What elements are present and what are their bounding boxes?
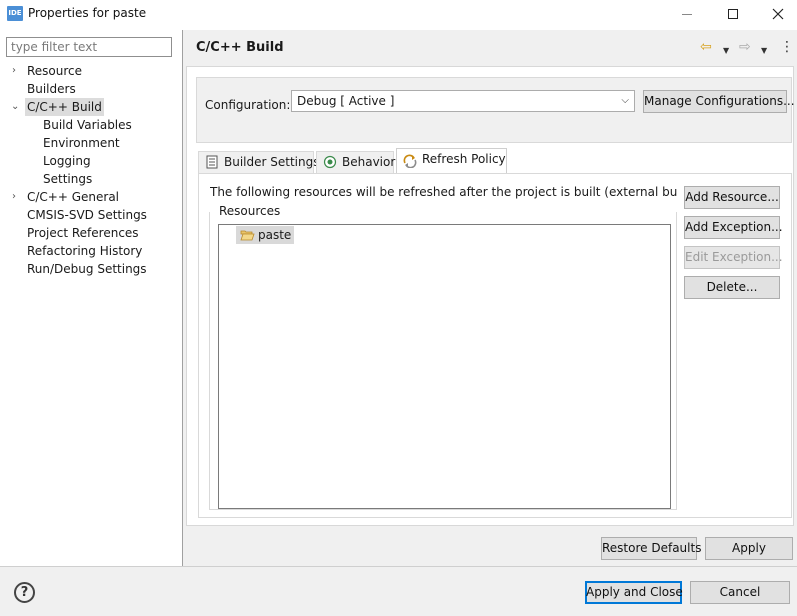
- cancel-button[interactable]: Cancel: [690, 581, 790, 604]
- folder-open-icon: [240, 230, 255, 241]
- minimize-icon: [682, 13, 692, 15]
- radio-icon: [323, 155, 337, 169]
- configuration-select[interactable]: Debug [ Active ] ⌵: [291, 90, 635, 112]
- tree-item-label: C/C++ General: [27, 190, 120, 204]
- dialog-footer: ? Apply and Close Cancel: [0, 567, 797, 616]
- edit-exception-button[interactable]: Edit Exception...: [684, 246, 783, 269]
- app-icon: IDE: [7, 6, 23, 21]
- expand-chevron-icon[interactable]: ›: [12, 62, 22, 80]
- window-title: Properties for paste: [28, 6, 147, 20]
- help-icon[interactable]: ?: [14, 582, 35, 603]
- chevron-down-icon: ⌵: [621, 95, 629, 106]
- maximize-icon: [728, 9, 738, 19]
- tab-label: Builder Settings: [224, 155, 320, 169]
- refresh-description: The following resources will be refreshe…: [210, 185, 678, 199]
- resources-group-label: Resources: [217, 204, 283, 218]
- left-panel: › Resource Builders ⌄ C/C++ Build Build …: [0, 30, 182, 566]
- forward-arrow-icon[interactable]: ⇨: [739, 39, 751, 55]
- back-dropdown-icon[interactable]: ▼: [723, 43, 729, 59]
- close-icon: [772, 8, 784, 20]
- tab-refresh-policy[interactable]: Refresh Policy: [396, 148, 507, 173]
- tree-item-label: Run/Debug Settings: [27, 262, 147, 276]
- close-button[interactable]: [755, 0, 797, 28]
- configuration-value: Debug [ Active ]: [297, 94, 395, 108]
- apply-and-close-button[interactable]: Apply and Close: [585, 581, 683, 604]
- tree-item-label: Builders: [27, 82, 76, 96]
- filter-input[interactable]: [6, 37, 172, 57]
- apply-button[interactable]: Apply: [705, 537, 793, 560]
- tree-item-label: Resource: [27, 64, 83, 78]
- tree-item-label: Project References: [27, 226, 139, 240]
- page-header: C/C++ Build ⇦ ▼ ⇨ ▼ ⋮: [183, 30, 797, 65]
- delete-button[interactable]: Delete...: [684, 276, 780, 299]
- tab-builder-settings[interactable]: Builder Settings: [198, 151, 319, 173]
- tree-item-label: Settings: [43, 172, 93, 186]
- tree-item-label: Refactoring History: [27, 244, 143, 258]
- configuration-group: Configuration: Debug [ Active ] ⌵ Manage…: [196, 77, 795, 143]
- tree-item-label: CMSIS-SVD Settings: [27, 208, 147, 222]
- list-icon: [206, 155, 218, 169]
- tree-item-label: Logging: [43, 154, 91, 168]
- tab-label: Refresh Policy: [422, 152, 506, 166]
- page-title: C/C++ Build: [196, 40, 284, 55]
- more-options-icon[interactable]: ⋮: [780, 39, 794, 55]
- expand-chevron-icon[interactable]: ›: [12, 188, 22, 206]
- collapse-chevron-icon[interactable]: ⌄: [11, 98, 21, 116]
- resources-list[interactable]: paste: [218, 224, 671, 509]
- add-exception-button[interactable]: Add Exception...: [684, 216, 783, 239]
- tab-behavior[interactable]: Behavior: [316, 151, 396, 173]
- configuration-label: Configuration:: [205, 98, 291, 112]
- refresh-icon: [403, 154, 417, 168]
- tree-item-label: Environment: [43, 136, 120, 150]
- tree-item-label: Build Variables: [43, 118, 132, 132]
- add-resource-button[interactable]: Add Resource...: [684, 186, 780, 209]
- maximize-button[interactable]: [710, 0, 756, 28]
- tree-item-label: C/C++ Build: [25, 98, 104, 116]
- resource-label: paste: [258, 228, 292, 242]
- back-arrow-icon[interactable]: ⇦: [700, 39, 712, 55]
- manage-configurations-button[interactable]: Manage Configurations...: [643, 90, 795, 113]
- forward-dropdown-icon[interactable]: ▼: [761, 43, 767, 59]
- property-page: C/C++ Build ⇦ ▼ ⇨ ▼ ⋮ Configuration: Deb…: [183, 30, 797, 566]
- tab-label: Behavior: [342, 155, 396, 169]
- minimize-button[interactable]: [664, 0, 710, 28]
- list-item[interactable]: paste: [236, 226, 295, 244]
- restore-defaults-button[interactable]: Restore Defaults: [601, 537, 701, 560]
- title-bar: IDE Properties for paste: [0, 0, 797, 28]
